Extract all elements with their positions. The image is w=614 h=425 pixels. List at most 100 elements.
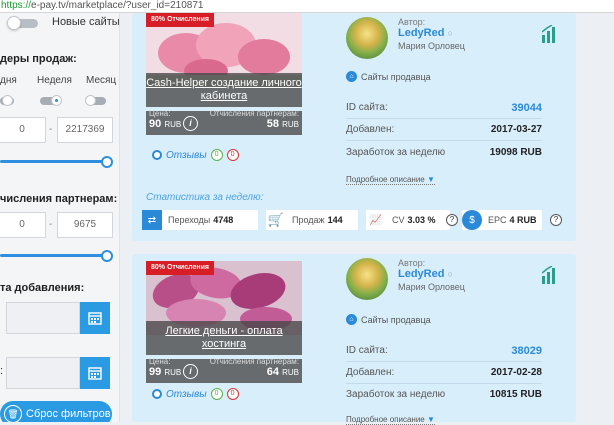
description-toggle[interactable]: Подробное описание ▼ bbox=[346, 175, 435, 185]
sales-max-input[interactable]: 2217369 bbox=[57, 117, 113, 143]
author-real-name: Мария Орловец bbox=[398, 282, 465, 292]
author-name-link[interactable]: LedyRed ○ bbox=[398, 268, 453, 280]
calendar-to-button[interactable] bbox=[80, 357, 110, 389]
period-week-toggle[interactable] bbox=[40, 95, 62, 106]
weekly-earnings-row: Заработок за неделю 10815 RUB bbox=[346, 389, 542, 400]
reviews-label: Отзывы bbox=[166, 388, 207, 400]
stats-icon[interactable] bbox=[542, 266, 556, 286]
seller-sites-link[interactable]: ⌂ Сайты продавца bbox=[346, 314, 431, 325]
positive-reviews-count: 0 bbox=[210, 388, 223, 400]
info-icon[interactable]: i bbox=[183, 364, 198, 379]
author-label: Автор: bbox=[398, 258, 426, 268]
info-icon[interactable]: i bbox=[183, 116, 198, 131]
price-value: 90 RUB bbox=[149, 118, 182, 130]
commission-ribbon: 80% Отчисления bbox=[146, 261, 214, 275]
price-bar: Цена: Отчисления партнёрам: 90 RUB i 58 … bbox=[146, 109, 302, 135]
author-name-link[interactable]: LedyRed ○ bbox=[398, 27, 453, 39]
price-bar: Цена: Отчисления партнёрам: 99 RUB i 64 … bbox=[146, 357, 302, 383]
chart-icon: 📈 bbox=[366, 210, 386, 230]
range-dash: - bbox=[49, 219, 53, 230]
radio-icon bbox=[152, 150, 162, 160]
site-card: 80% Отчисления Cash-Helper создание личн… bbox=[132, 13, 576, 241]
date-to-input[interactable] bbox=[6, 357, 80, 389]
commission-ribbon: 80% Отчисления bbox=[146, 13, 214, 27]
url-path: e-pay.tv/marketplace/?user_id=210871 bbox=[31, 0, 204, 11]
help-icon[interactable]: ? bbox=[446, 214, 458, 226]
filter-sidebar: Новые сайты деры продаж: дня Неделя Меся… bbox=[0, 13, 120, 422]
date-heading: та добавления: bbox=[0, 282, 85, 294]
reset-filters-button[interactable]: 🗑 Сброс фильтров bbox=[0, 401, 112, 422]
partner-label: Отчисления партнёрам: bbox=[209, 357, 299, 366]
stats-icon[interactable] bbox=[542, 25, 556, 45]
chevron-down-icon: ▼ bbox=[426, 415, 435, 424]
reviews[interactable]: Отзывы 0 0 bbox=[152, 388, 239, 400]
partner-label: Отчисления партнёрам: bbox=[209, 109, 299, 118]
sales-leaders-heading: деры продаж: bbox=[0, 53, 77, 65]
price-label: Цена: bbox=[149, 357, 171, 366]
site-thumbnail[interactable]: 80% Отчисления Легкие деньги - оплата хо… bbox=[146, 261, 302, 385]
weekly-earnings-row: Заработок за неделю 19098 RUB bbox=[346, 147, 542, 158]
sales-min-input[interactable]: 0 bbox=[0, 117, 46, 143]
period-week: Неделя bbox=[37, 75, 72, 86]
metric-epc: $ EPC 4 RUB bbox=[462, 210, 542, 230]
price-value: 99 RUB bbox=[149, 366, 182, 378]
price-label: Цена: bbox=[149, 109, 171, 118]
cart-icon: 🛒 bbox=[266, 210, 286, 230]
site-id-row: ID сайта: 38029 bbox=[346, 340, 542, 362]
url-scheme: https:// bbox=[1, 0, 32, 11]
partner-slider-handle[interactable] bbox=[101, 250, 113, 262]
partner-value: 64 RUB bbox=[266, 366, 299, 378]
home-icon: ⌂ bbox=[346, 314, 357, 325]
site-card: 80% Отчисления Легкие деньги - оплата хо… bbox=[132, 254, 576, 425]
author-avatar[interactable] bbox=[346, 17, 388, 59]
reset-filters-label: Сброс фильтров bbox=[26, 408, 111, 420]
period-month-toggle[interactable] bbox=[85, 95, 106, 106]
metric-sales: 🛒 Продаж 144 bbox=[266, 210, 358, 230]
partner-max-input[interactable]: 9675 bbox=[57, 212, 113, 238]
added-row: Добавлен: 2017-02-28 bbox=[346, 362, 542, 384]
new-sites-label: Новые сайты bbox=[52, 16, 120, 28]
site-title-link[interactable]: Легкие деньги - оплата хостинга bbox=[146, 321, 302, 355]
positive-reviews-count: 0 bbox=[210, 149, 223, 161]
sales-slider-handle[interactable] bbox=[101, 156, 113, 168]
author-avatar[interactable] bbox=[346, 258, 388, 300]
period-day-toggle[interactable] bbox=[0, 95, 14, 106]
weekly-stats-heading: Статистика за неделю: bbox=[146, 192, 264, 203]
date-to-label: : bbox=[0, 365, 4, 377]
date-from-input[interactable] bbox=[6, 302, 80, 334]
help-icon[interactable]: ? bbox=[550, 214, 562, 226]
new-sites-toggle[interactable] bbox=[7, 16, 38, 30]
added-row: Добавлен: 2017-03-27 bbox=[346, 119, 542, 141]
partner-heading: числения партнерам: bbox=[0, 193, 118, 205]
metric-cv: 📈 CV 3.03 % bbox=[366, 210, 450, 230]
partner-min-input[interactable]: 0 bbox=[0, 212, 46, 238]
reviews-label: Отзывы bbox=[166, 149, 207, 161]
description-toggle[interactable]: Подробное описание ▼ bbox=[346, 415, 435, 425]
site-title-link[interactable]: Cash-Helper создание личного кабинета bbox=[146, 73, 302, 107]
site-id-row: ID сайта: 39044 bbox=[346, 97, 542, 119]
author-label: Автор: bbox=[398, 17, 426, 27]
period-day: дня bbox=[0, 75, 17, 86]
home-icon: ⌂ bbox=[346, 71, 357, 82]
calendar-icon bbox=[88, 367, 102, 380]
radio-icon bbox=[152, 389, 162, 399]
site-thumbnail[interactable]: 80% Отчисления Cash-Helper создание личн… bbox=[146, 13, 302, 137]
partner-value: 58 RUB bbox=[266, 118, 299, 130]
sales-slider-track[interactable] bbox=[0, 160, 106, 163]
metric-transitions: ⇄ Переходы 4748 bbox=[142, 210, 258, 230]
partner-slider-track[interactable] bbox=[0, 254, 106, 257]
calendar-from-button[interactable] bbox=[80, 302, 110, 334]
period-month: Месяц bbox=[86, 75, 117, 86]
author-real-name: Мария Орловец bbox=[398, 41, 465, 51]
reviews[interactable]: Отзывы 0 0 bbox=[152, 149, 239, 161]
chevron-down-icon: ▼ bbox=[426, 175, 435, 184]
address-bar[interactable]: https://e-pay.tv/marketplace/?user_id=21… bbox=[0, 0, 614, 13]
trash-icon: 🗑 bbox=[4, 405, 22, 422]
seller-sites-link[interactable]: ⌂ Сайты продавца bbox=[346, 71, 431, 82]
calendar-icon bbox=[88, 312, 102, 325]
dollar-icon: $ bbox=[462, 210, 482, 230]
shuffle-icon: ⇄ bbox=[142, 210, 162, 230]
negative-reviews-count: 0 bbox=[226, 149, 239, 161]
negative-reviews-count: 0 bbox=[226, 388, 239, 400]
range-dash: - bbox=[49, 124, 53, 135]
